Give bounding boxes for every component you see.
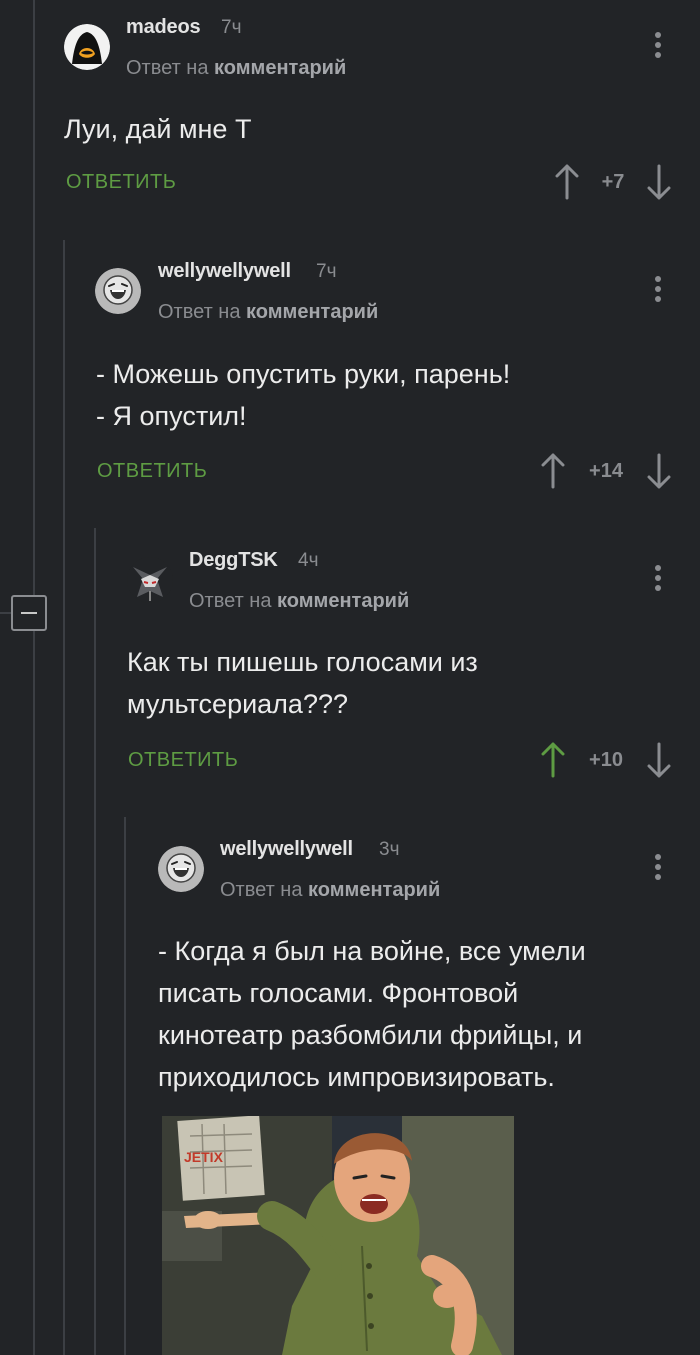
thread-line-level-1 bbox=[63, 240, 65, 1355]
timestamp: 7ч bbox=[316, 261, 337, 282]
reply-to-label: Ответ на комментарий bbox=[189, 590, 409, 613]
timestamp: 3ч bbox=[379, 839, 400, 860]
reply-to-link[interactable]: комментарий bbox=[277, 590, 409, 612]
rating-count: +14 bbox=[589, 460, 623, 482]
downvote-arrow-icon[interactable] bbox=[644, 453, 674, 489]
reply-to-label: Ответ на комментарий bbox=[158, 301, 378, 324]
reply-to-label: Ответ на комментарий bbox=[220, 879, 440, 902]
thread-line-level-2 bbox=[94, 528, 96, 1355]
downvote-arrow-icon[interactable] bbox=[644, 164, 674, 200]
reply-button[interactable]: ОТВЕТИТЬ bbox=[97, 460, 207, 483]
hooded-figure-avatar[interactable] bbox=[64, 24, 110, 70]
more-options-icon[interactable] bbox=[652, 276, 664, 306]
reply-to-prefix: Ответ на bbox=[220, 879, 303, 901]
upvote-arrow-icon[interactable] bbox=[552, 164, 582, 200]
reply-to-prefix: Ответ на bbox=[126, 57, 209, 79]
comment-text: - Можешь опустить руки, парень! - Я опус… bbox=[96, 359, 511, 431]
reply-button[interactable]: ОТВЕТИТЬ bbox=[128, 749, 238, 772]
armored-helmet-avatar[interactable] bbox=[127, 557, 173, 603]
username[interactable]: DeggTSK bbox=[189, 549, 278, 572]
more-options-icon[interactable] bbox=[652, 854, 664, 884]
upvote-arrow-icon[interactable] bbox=[538, 453, 568, 489]
collapse-thread-button[interactable] bbox=[11, 595, 47, 631]
more-options-icon[interactable] bbox=[652, 565, 664, 595]
username[interactable]: wellywellywell bbox=[158, 260, 291, 283]
timestamp: 4ч bbox=[298, 550, 319, 571]
more-options-icon[interactable] bbox=[652, 32, 664, 62]
username[interactable]: wellywellywell bbox=[220, 838, 353, 861]
reply-to-link[interactable]: комментарий bbox=[214, 57, 346, 79]
reply-button[interactable]: ОТВЕТИТЬ bbox=[66, 171, 176, 194]
comment-text: Как ты пишешь голосами из мультсериала??… bbox=[127, 647, 478, 719]
reply-to-prefix: Ответ на bbox=[189, 590, 272, 612]
reply-to-prefix: Ответ на bbox=[158, 301, 241, 323]
username[interactable]: madeos bbox=[126, 16, 201, 39]
reply-to-link[interactable]: комментарий bbox=[308, 879, 440, 901]
rating-count: +7 bbox=[601, 171, 625, 193]
reply-to-link[interactable]: комментарий bbox=[246, 301, 378, 323]
timestamp: 7ч bbox=[221, 17, 242, 38]
reply-to-label: Ответ на комментарий bbox=[126, 57, 346, 80]
jetix-watermark: JETIX bbox=[184, 1149, 224, 1165]
laughing-face-avatar[interactable] bbox=[95, 268, 141, 314]
comment-text: - Когда я был на войне, все умели писать… bbox=[158, 936, 586, 1092]
cartoon-meme-image[interactable]: JETIX bbox=[162, 1116, 514, 1355]
comment-text: Луи, дай мне Т bbox=[64, 114, 252, 144]
thread-line-level-0 bbox=[33, 0, 35, 1355]
upvote-arrow-icon[interactable] bbox=[538, 742, 568, 778]
thread-line-level-3 bbox=[124, 817, 126, 1355]
downvote-arrow-icon[interactable] bbox=[644, 742, 674, 778]
laughing-face-avatar[interactable] bbox=[158, 846, 204, 892]
rating-count: +10 bbox=[589, 749, 623, 771]
